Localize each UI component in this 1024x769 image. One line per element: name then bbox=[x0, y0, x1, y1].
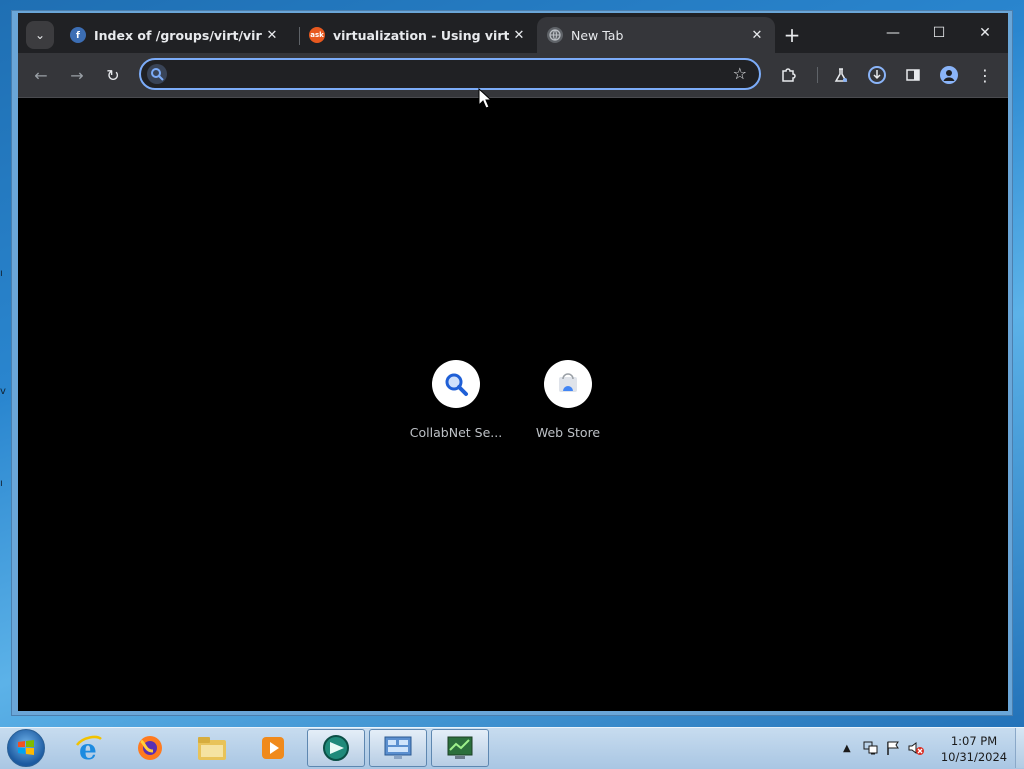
globe-icon bbox=[547, 27, 563, 43]
maximize-button[interactable]: ☐ bbox=[916, 19, 962, 47]
new-tab-page: CollabNet Se... Web Store bbox=[18, 98, 1008, 711]
back-button[interactable]: ← bbox=[27, 61, 55, 89]
shortcut-label: CollabNet Se... bbox=[409, 425, 503, 440]
show-desktop-button[interactable] bbox=[1015, 728, 1024, 768]
ask-icon-label: ask bbox=[310, 31, 324, 39]
address-input[interactable] bbox=[173, 63, 717, 87]
network-icon[interactable] bbox=[863, 740, 879, 756]
minimize-button[interactable]: — bbox=[870, 19, 916, 47]
forward-button[interactable]: → bbox=[63, 61, 91, 89]
tab-title: Index of /groups/virt/virtio-wi bbox=[94, 27, 262, 43]
media-player-icon bbox=[262, 737, 284, 759]
new-tab-button[interactable]: + bbox=[780, 23, 804, 47]
start-button[interactable] bbox=[7, 729, 45, 767]
download-icon bbox=[868, 66, 886, 84]
browser-window: ⌄ f Index of /groups/virt/virtio-wi ✕ as… bbox=[11, 10, 1013, 716]
taskbar-media-player[interactable] bbox=[244, 729, 302, 767]
tab-0[interactable]: f Index of /groups/virt/virtio-wi ✕ bbox=[60, 17, 290, 53]
reload-button[interactable]: ↻ bbox=[99, 61, 127, 89]
taskbar-ie[interactable]: e bbox=[60, 729, 118, 767]
clock[interactable]: 1:07 PM 10/31/2024 bbox=[936, 733, 1012, 765]
side-panel-icon bbox=[906, 69, 920, 81]
clock-date: 10/31/2024 bbox=[940, 750, 1008, 764]
extensions-button[interactable] bbox=[774, 61, 802, 89]
shortcut-label: Web Store bbox=[535, 425, 601, 440]
taskbar-control-panel[interactable] bbox=[369, 729, 427, 767]
downloads-button[interactable] bbox=[863, 61, 891, 89]
tab-2[interactable]: New Tab ✕ bbox=[537, 17, 775, 53]
volume-muted-icon[interactable] bbox=[907, 740, 925, 756]
close-tab-icon[interactable]: ✕ bbox=[747, 28, 767, 43]
taskbar: e ▲ 1:07 PM 10/31/2024 bbox=[0, 727, 1024, 769]
mouse-cursor-icon bbox=[478, 88, 492, 109]
taskbar-app-teal[interactable] bbox=[307, 729, 365, 767]
tab-search-button[interactable]: ⌄ bbox=[26, 21, 54, 49]
side-panel-button[interactable] bbox=[899, 61, 927, 89]
chevron-down-icon: ⌄ bbox=[34, 28, 46, 42]
search-icon bbox=[147, 64, 167, 84]
avatar-icon bbox=[940, 66, 958, 84]
toolbar-divider bbox=[817, 67, 818, 83]
labs-button[interactable] bbox=[827, 61, 855, 89]
reload-icon: ↻ bbox=[106, 65, 120, 85]
internet-explorer-icon: e bbox=[76, 733, 102, 763]
back-arrow-icon: ← bbox=[34, 65, 48, 85]
show-hidden-icons-icon[interactable]: ▲ bbox=[843, 743, 851, 754]
close-window-button[interactable]: ✕ bbox=[962, 19, 1008, 47]
clock-time: 1:07 PM bbox=[950, 734, 998, 748]
tab-title: virtualization - Using virtio-wi bbox=[333, 27, 509, 43]
action-center-flag-icon[interactable] bbox=[885, 740, 901, 756]
taskbar-network-monitor[interactable] bbox=[431, 729, 489, 767]
webstore-icon bbox=[544, 360, 592, 408]
taskbar-explorer[interactable] bbox=[183, 729, 241, 767]
shortcut-web-store[interactable]: Web Store bbox=[512, 360, 624, 440]
shortcut-collabnet[interactable]: CollabNet Se... bbox=[400, 360, 512, 440]
windows-logo-icon bbox=[18, 740, 34, 755]
more-vert-icon: ⋮ bbox=[977, 65, 993, 85]
forward-arrow-icon: → bbox=[70, 65, 84, 85]
omnibox[interactable]: ☆ bbox=[139, 58, 761, 90]
file-explorer-icon bbox=[198, 737, 226, 760]
svg-text:f: f bbox=[76, 31, 80, 40]
ask-icon: ask bbox=[309, 27, 325, 43]
close-tab-icon[interactable]: ✕ bbox=[509, 28, 529, 43]
flask-icon bbox=[834, 68, 848, 82]
app-teal-icon bbox=[323, 735, 349, 761]
browser-toolbar: ← → ↻ ☆ ⋮ bbox=[18, 53, 1008, 98]
bookmark-star-icon[interactable]: ☆ bbox=[733, 64, 747, 83]
fedora-icon: f bbox=[70, 27, 86, 43]
tab-title: New Tab bbox=[571, 27, 624, 43]
puzzle-icon bbox=[782, 68, 796, 82]
system-tray: ▲ bbox=[843, 728, 925, 768]
search-icon bbox=[432, 360, 480, 408]
close-tab-icon[interactable]: ✕ bbox=[262, 28, 282, 43]
firefox-icon bbox=[138, 736, 162, 760]
network-monitor-icon bbox=[447, 736, 473, 759]
tab-1[interactable]: ask virtualization - Using virtio-wi ✕ bbox=[299, 17, 537, 53]
menu-button[interactable]: ⋮ bbox=[971, 61, 999, 89]
tab-strip: ⌄ f Index of /groups/virt/virtio-wi ✕ as… bbox=[18, 13, 1008, 53]
taskbar-firefox[interactable] bbox=[121, 729, 179, 767]
profile-button[interactable] bbox=[935, 61, 963, 89]
control-panel-icon bbox=[384, 736, 412, 759]
